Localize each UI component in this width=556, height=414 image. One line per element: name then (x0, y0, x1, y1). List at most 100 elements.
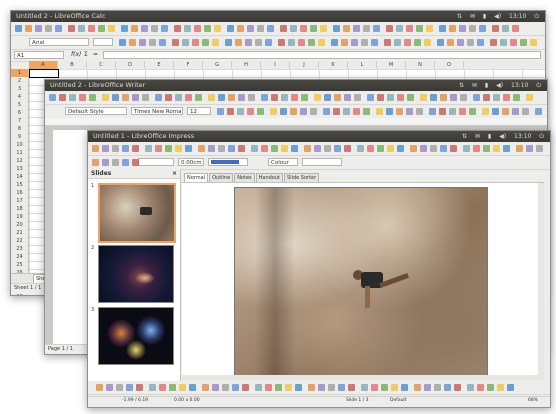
row-header[interactable]: 17 (11, 197, 28, 205)
column-header[interactable]: M (377, 61, 406, 69)
toolbar-button-icon[interactable] (331, 39, 338, 46)
toolbar-button-icon[interactable] (450, 94, 457, 101)
toolbar-button-icon[interactable] (450, 145, 457, 152)
tab-handout[interactable]: Handout (255, 173, 283, 182)
toolbar-button-icon[interactable] (497, 384, 504, 391)
toolbar-button-icon[interactable] (235, 39, 242, 46)
toolbar-button-icon[interactable] (202, 384, 209, 391)
vertical-scrollbar[interactable] (538, 183, 544, 376)
toolbar-button-icon[interactable] (165, 94, 172, 101)
network-icon[interactable]: ⇅ (459, 82, 464, 89)
toolbar-button-icon[interactable] (55, 25, 62, 32)
sum-icon[interactable]: Σ (84, 51, 88, 58)
toolbar-button-icon[interactable] (69, 94, 76, 101)
row-header[interactable]: 3 (11, 85, 28, 93)
toolbar-button-icon[interactable] (257, 108, 264, 115)
toolbar-button-icon[interactable] (122, 94, 129, 101)
toolbar-button-icon[interactable] (333, 25, 340, 32)
toolbar-button-icon[interactable] (460, 94, 467, 101)
toolbar-button-icon[interactable] (520, 39, 527, 46)
toolbar-button-icon[interactable] (88, 25, 95, 32)
toolbar-button-icon[interactable] (159, 384, 166, 391)
toolbar-button-icon[interactable] (35, 25, 42, 32)
toolbar-button-icon[interactable] (112, 159, 119, 166)
toolbar-button-icon[interactable] (255, 384, 262, 391)
toolbar-button-icon[interactable] (129, 39, 136, 46)
toolbar-button-icon[interactable] (132, 94, 139, 101)
toolbar-button-icon[interactable] (343, 108, 350, 115)
toolbar-button-icon[interactable] (237, 108, 244, 115)
toolbar-button-icon[interactable] (132, 159, 139, 166)
toolbar-button-icon[interactable] (265, 384, 272, 391)
network-icon[interactable]: ⇅ (457, 13, 462, 20)
toolbar-button-icon[interactable] (271, 145, 278, 152)
clock[interactable]: 13:10 (514, 133, 531, 140)
volume-icon[interactable]: ◀) (499, 133, 506, 140)
formula-icon[interactable]: = (93, 51, 98, 58)
toolbar-button-icon[interactable] (136, 384, 143, 391)
writer-titlebar[interactable]: Untitled 2 - LibreOffice Writer ⇅ ✉ ▮ ◀)… (45, 80, 547, 91)
toolbar-button-icon[interactable] (483, 145, 490, 152)
toolbar-button-icon[interactable] (320, 25, 327, 32)
toolbar-button-icon[interactable] (232, 384, 239, 391)
row-header[interactable]: 29 (11, 293, 28, 295)
toolbar-button-icon[interactable] (92, 159, 99, 166)
power-icon[interactable]: ⏻ (534, 13, 539, 20)
toolbar-button-icon[interactable] (430, 145, 437, 152)
toolbar-button-icon[interactable] (526, 94, 533, 101)
toolbar-button-icon[interactable] (512, 108, 519, 115)
toolbar-button-icon[interactable] (371, 39, 378, 46)
toolbar-button-icon[interactable] (343, 25, 350, 32)
toolbar-button-icon[interactable] (267, 25, 274, 32)
toolbar-button-icon[interactable] (363, 25, 370, 32)
toolbar-button-icon[interactable] (404, 39, 411, 46)
toolbar-button-icon[interactable] (217, 108, 224, 115)
toolbar-button-icon[interactable] (208, 94, 215, 101)
toolbar-button-icon[interactable] (49, 94, 56, 101)
toolbar-button-icon[interactable] (291, 94, 298, 101)
volume-icon[interactable]: ◀) (496, 82, 503, 89)
toolbar-button-icon[interactable] (222, 384, 229, 391)
toolbar-button-icon[interactable] (328, 384, 335, 391)
toolbar-button-icon[interactable] (261, 145, 268, 152)
tab-normal[interactable]: Normal (184, 173, 209, 182)
network-icon[interactable]: ⇅ (462, 133, 467, 140)
toolbar-button-icon[interactable] (503, 145, 510, 152)
toolbar-button-icon[interactable] (106, 384, 113, 391)
row-header[interactable]: 22 (11, 237, 28, 245)
toolbar-button-icon[interactable] (161, 25, 168, 32)
toolbar-button-icon[interactable] (503, 94, 510, 101)
volume-icon[interactable]: ◀) (494, 13, 501, 20)
row-header[interactable]: 25 (11, 261, 28, 269)
toolbar-button-icon[interactable] (530, 39, 537, 46)
column-header[interactable]: O (435, 61, 464, 69)
toolbar-button-icon[interactable] (341, 39, 348, 46)
toolbar-button-icon[interactable] (376, 108, 383, 115)
row-header[interactable]: 21 (11, 229, 28, 237)
toolbar-button-icon[interactable] (238, 145, 245, 152)
toolbar-button-icon[interactable] (151, 25, 158, 32)
toolbar-button-icon[interactable] (218, 94, 225, 101)
column-header[interactable]: K (319, 61, 348, 69)
row-header[interactable]: 15 (11, 181, 28, 189)
calc-titlebar[interactable]: Untitled 2 - LibreOffice Calc ⇅ ✉ ▮ ◀) 1… (11, 11, 545, 22)
calc-formula-input[interactable] (103, 51, 541, 59)
toolbar-button-icon[interactable] (430, 94, 437, 101)
toolbar-button-icon[interactable] (116, 384, 123, 391)
toolbar-button-icon[interactable] (396, 108, 403, 115)
toolbar-button-icon[interactable] (122, 145, 129, 152)
power-icon[interactable]: ⏻ (536, 82, 541, 89)
toolbar-button-icon[interactable] (96, 384, 103, 391)
mail-icon[interactable]: ✉ (470, 13, 475, 20)
toolbar-button-icon[interactable] (175, 94, 182, 101)
toolbar-button-icon[interactable] (397, 94, 404, 101)
toolbar-button-icon[interactable] (439, 25, 446, 32)
toolbar-button-icon[interactable] (281, 94, 288, 101)
toolbar-button-icon[interactable] (78, 25, 85, 32)
toolbar-button-icon[interactable] (512, 25, 519, 32)
column-header[interactable]: E (145, 61, 174, 69)
toolbar-button-icon[interactable] (348, 384, 355, 391)
toolbar-button-icon[interactable] (440, 145, 447, 152)
row-header[interactable]: 7 (11, 117, 28, 125)
toolbar-button-icon[interactable] (457, 39, 464, 46)
